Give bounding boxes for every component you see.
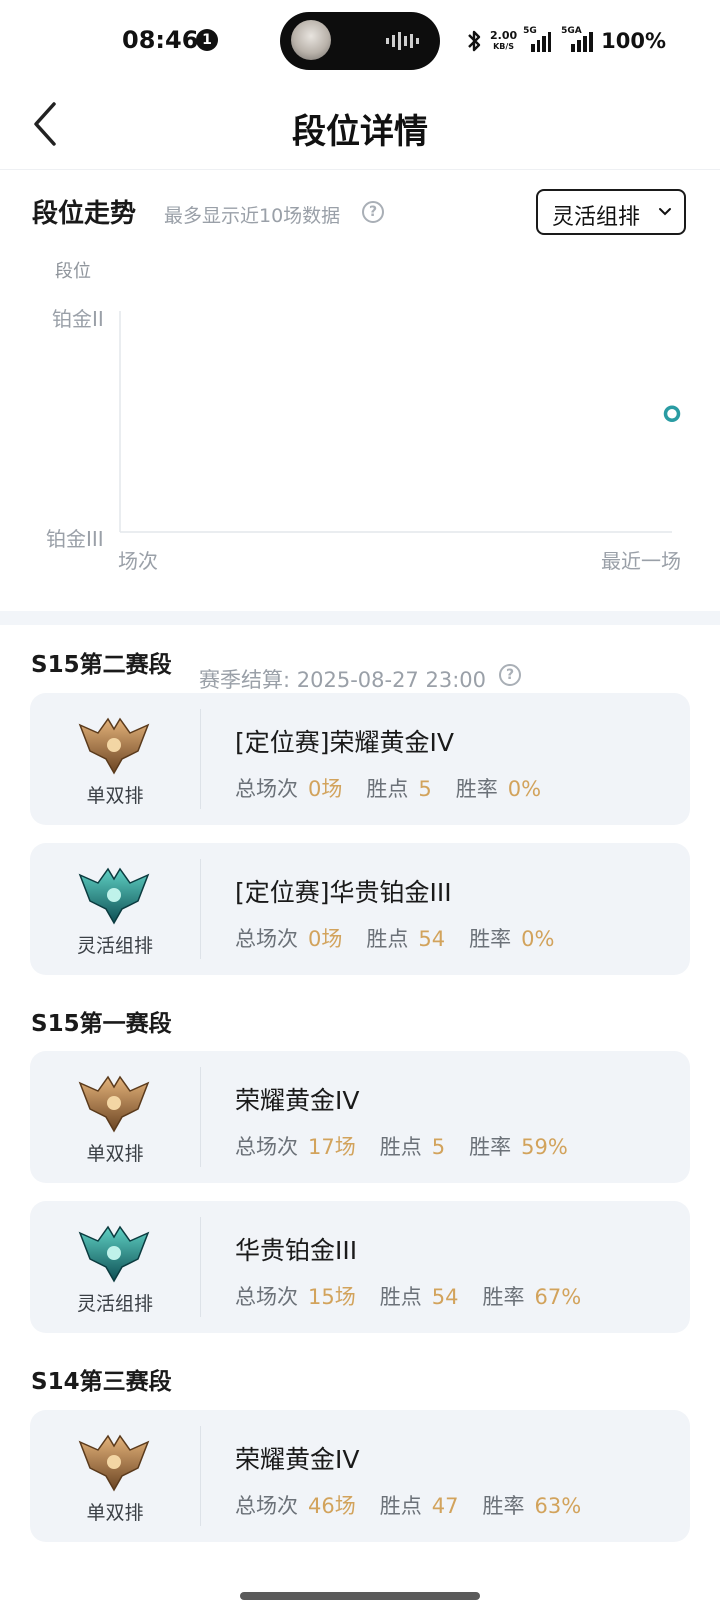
games-value: 46场 xyxy=(308,1494,356,1518)
battery-level: 100% xyxy=(601,29,667,53)
queue-label: 单双排 xyxy=(86,1502,144,1524)
signal-5g-icon: 5G xyxy=(523,26,552,52)
winrate-label: 胜率 xyxy=(482,1494,525,1518)
lp-value: 5 xyxy=(431,1135,446,1159)
lp-label: 胜点 xyxy=(366,777,409,801)
platinum-rank-emblem-icon xyxy=(78,867,150,925)
x-tick-label: 场次 xyxy=(118,549,158,573)
data-point[interactable] xyxy=(663,405,681,422)
lp-label: 胜点 xyxy=(379,1494,422,1518)
page-title: 段位详情 xyxy=(292,112,428,152)
winrate-label: 胜率 xyxy=(469,927,512,951)
queue-mode-select[interactable]: 灵活组排 xyxy=(536,189,686,235)
queue-badge: 单双排 xyxy=(30,693,200,825)
rank-stats: 总场次 0场 胜点 54 胜率 0% xyxy=(235,923,578,953)
season-title: S15第一赛段 xyxy=(31,1011,172,1037)
rank-name: 华贵铂金III xyxy=(235,1236,358,1265)
rank-trend-section: 段位走势 最多显示近10场数据 ? 灵活组排 段位 铂金II 铂金III 场次 … xyxy=(0,171,720,611)
winrate-value: 67% xyxy=(534,1285,582,1309)
lp-value: 47 xyxy=(431,1494,459,1518)
queue-label: 单双排 xyxy=(86,1143,144,1165)
help-icon[interactable]: ? xyxy=(362,201,384,223)
games-value: 0场 xyxy=(308,927,343,951)
winrate-value: 59% xyxy=(521,1135,568,1159)
gold-rank-emblem-icon xyxy=(78,1075,150,1133)
rank-stats: 总场次 17场 胜点 5 胜率 59% xyxy=(235,1131,592,1161)
season-title: S15第二赛段 xyxy=(31,652,172,678)
rank-card[interactable]: 灵活组排 华贵铂金III 总场次 15场 胜点 54 胜率 67% xyxy=(30,1201,690,1333)
games-value: 15场 xyxy=(308,1285,356,1309)
rank-stats: 总场次 46场 胜点 47 胜率 63% xyxy=(235,1490,605,1520)
queue-badge: 单双排 xyxy=(30,1051,200,1183)
queue-label: 单双排 xyxy=(86,785,144,807)
winrate-label: 胜率 xyxy=(469,1135,512,1159)
season-settlement-note: 赛季结算: 2025-08-27 23:00 xyxy=(199,668,486,692)
rank-card[interactable]: 灵活组排 [定位赛]华贵铂金III 总场次 0场 胜点 54 胜率 0% xyxy=(30,843,690,975)
winrate-value: 0% xyxy=(521,927,555,951)
help-icon[interactable]: ? xyxy=(499,664,521,686)
rank-card[interactable]: 单双排 荣耀黄金IV 总场次 46场 胜点 47 胜率 63% xyxy=(30,1410,690,1542)
rank-stats: 总场次 15场 胜点 54 胜率 67% xyxy=(235,1281,605,1311)
notification-badge: 1 xyxy=(196,29,218,51)
network-speed: 2.00 KB/S xyxy=(490,29,518,51)
rank-name: 荣耀黄金IV xyxy=(235,1445,360,1474)
rank-card[interactable]: 单双排 [定位赛]荣耀黄金IV 总场次 0场 胜点 5 胜率 0% xyxy=(30,693,690,825)
section-divider xyxy=(0,611,720,625)
queue-label: 灵活组排 xyxy=(76,1293,153,1315)
rank-chart: 段位 铂金II 铂金III 场次 最近一场 xyxy=(0,251,720,581)
x-tick-label: 最近一场 xyxy=(601,549,681,573)
home-indicator[interactable] xyxy=(240,1592,480,1600)
rank-stats: 总场次 0场 胜点 5 胜率 0% xyxy=(235,773,565,803)
platinum-rank-emblem-icon xyxy=(78,1225,150,1283)
winrate-label: 胜率 xyxy=(482,1285,525,1309)
card-divider xyxy=(200,1067,201,1167)
section-subtitle: 最多显示近10场数据 xyxy=(164,205,341,227)
season-title: S14第三赛段 xyxy=(31,1369,172,1395)
games-label: 总场次 xyxy=(235,1494,298,1518)
rank-card[interactable]: 单双排 荣耀黄金IV 总场次 17场 胜点 5 胜率 59% xyxy=(30,1051,690,1183)
rank-name: 荣耀黄金IV xyxy=(235,1086,360,1115)
card-divider xyxy=(200,1426,201,1526)
queue-badge: 单双排 xyxy=(30,1410,200,1542)
status-time: 08:46 xyxy=(122,26,199,54)
media-avatar xyxy=(291,20,331,60)
games-value: 0场 xyxy=(308,777,343,801)
winrate-label: 胜率 xyxy=(455,777,498,801)
audio-wave-icon xyxy=(386,32,419,50)
queue-label: 灵活组排 xyxy=(76,935,153,957)
status-bar: 08:46 1 2.00 KB/S 5G 5GA 100% xyxy=(0,0,720,82)
queue-badge: 灵活组排 xyxy=(30,843,200,975)
section-title: 段位走势 xyxy=(32,199,137,229)
rank-name: [定位赛]华贵铂金III xyxy=(235,878,452,907)
lp-value: 54 xyxy=(418,927,446,951)
games-label: 总场次 xyxy=(235,1285,298,1309)
games-label: 总场次 xyxy=(235,777,298,801)
games-label: 总场次 xyxy=(235,1135,298,1159)
games-value: 17场 xyxy=(308,1135,356,1159)
top-nav: 段位详情 xyxy=(0,82,720,170)
queue-badge: 灵活组排 xyxy=(30,1201,200,1333)
status-icons: 2.00 KB/S 5G 5GA 100% xyxy=(466,26,666,56)
gold-rank-emblem-icon xyxy=(78,717,150,775)
gold-rank-emblem-icon xyxy=(78,1434,150,1492)
chevron-down-icon xyxy=(659,208,671,216)
dynamic-island[interactable] xyxy=(280,12,440,70)
winrate-value: 63% xyxy=(534,1494,582,1518)
lp-value: 5 xyxy=(418,777,432,801)
games-label: 总场次 xyxy=(235,927,298,951)
signal-5ga-icon: 5GA xyxy=(559,26,594,52)
card-divider xyxy=(200,1217,201,1317)
lp-label: 胜点 xyxy=(379,1135,422,1159)
card-divider xyxy=(200,709,201,809)
card-divider xyxy=(200,859,201,959)
rank-name: [定位赛]荣耀黄金IV xyxy=(235,728,454,757)
winrate-value: 0% xyxy=(507,777,542,801)
queue-mode-label: 灵活组排 xyxy=(552,205,641,230)
lp-label: 胜点 xyxy=(379,1285,422,1309)
chart-plot xyxy=(119,311,681,533)
lp-value: 54 xyxy=(431,1285,459,1309)
bluetooth-icon xyxy=(468,30,481,52)
lp-label: 胜点 xyxy=(366,927,409,951)
